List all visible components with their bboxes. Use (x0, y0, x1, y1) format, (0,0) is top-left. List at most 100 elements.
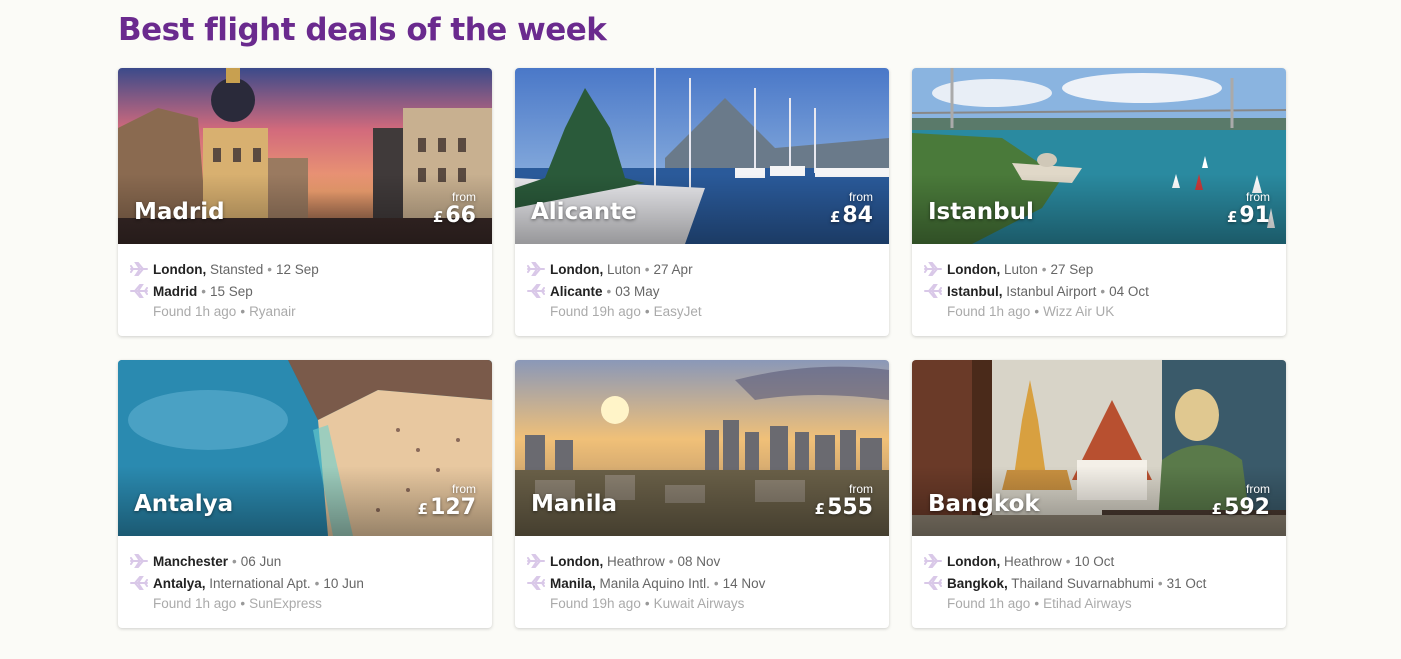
page-title: Best flight deals of the week (118, 12, 607, 48)
outbound-airport: Heathrow (607, 553, 665, 569)
airline-name: Wizz Air UK (1043, 304, 1115, 319)
found-time: Found 19h ago (550, 304, 641, 319)
plane-departure-icon (924, 262, 942, 276)
inbound-city: Antalya, (153, 575, 206, 591)
destination-city: Madrid (134, 199, 225, 225)
found-meta: Found 19h ago • EasyJet (550, 304, 702, 319)
plane-return-icon (527, 284, 545, 298)
currency-symbol: £ (432, 208, 444, 226)
inbound-date: 04 Oct (1109, 283, 1149, 299)
deal-card[interactable]: Madrid from £66 London, Stansted • 12 Sep … (118, 68, 492, 336)
inbound-date: 10 Jun (323, 575, 364, 591)
price-value: 84 (842, 203, 873, 228)
destination-city: Alicante (531, 199, 637, 225)
outbound-leg: London, Heathrow • 10 Oct (924, 550, 1274, 572)
price-value: 127 (430, 495, 476, 520)
price-tag: from £592 (1212, 483, 1270, 521)
outbound-city: London, (947, 553, 1001, 569)
price-tag: from £91 (1227, 191, 1270, 229)
inbound-city: Istanbul, (947, 283, 1003, 299)
plane-return-icon (527, 576, 545, 590)
price-value: 66 (445, 203, 476, 228)
outbound-airport: Luton (1004, 261, 1038, 277)
plane-departure-icon (527, 554, 545, 568)
airline-name: SunExpress (249, 596, 322, 611)
outbound-date: 27 Apr (653, 261, 693, 277)
inbound-leg: Manila, Manila Aquino Intl. • 14 Nov (527, 572, 877, 594)
destination-photo: Madrid from £66 (118, 68, 492, 244)
plane-departure-icon (130, 554, 148, 568)
found-meta: Found 1h ago • Wizz Air UK (947, 304, 1115, 319)
inbound-city: Bangkok, (947, 575, 1008, 591)
inbound-city: Alicante (550, 283, 603, 299)
price-tag: from £66 (433, 191, 476, 229)
destination-photo: Manila from £555 (515, 360, 889, 536)
flight-details: Manchester • 06 Jun Antalya, International… (118, 536, 492, 611)
inbound-airport: Thailand Suvarnabhumi (1011, 575, 1154, 591)
destination-photo: Alicante from £84 (515, 68, 889, 244)
price-value: 592 (1224, 495, 1270, 520)
found-time: Found 1h ago (153, 596, 237, 611)
airline-name: Etihad Airways (1043, 596, 1132, 611)
currency-symbol: £ (1226, 208, 1238, 226)
outbound-leg: Manchester • 06 Jun (130, 550, 480, 572)
airline-name: Ryanair (249, 304, 296, 319)
deal-card[interactable]: Manila from £555 London, Heathrow • 08 Nov… (515, 360, 889, 628)
flight-details: London, Luton • 27 Sep Istanbul, Istanbul … (912, 244, 1286, 319)
inbound-airport: Manila Aquino Intl. (599, 575, 710, 591)
destination-city: Antalya (134, 491, 234, 517)
flight-details: London, Luton • 27 Apr Alicante • 03 May Fou… (515, 244, 889, 319)
outbound-city: London, (550, 261, 604, 277)
deal-card[interactable]: Antalya from £127 Manchester • 06 Jun Anta… (118, 360, 492, 628)
plane-return-icon (924, 576, 942, 590)
outbound-leg: London, Luton • 27 Sep (924, 258, 1274, 280)
deals-grid: Madrid from £66 London, Stansted • 12 Sep … (118, 68, 1286, 628)
flight-details: London, Stansted • 12 Sep Madrid • 15 Sep Fo… (118, 244, 492, 319)
currency-symbol: £ (417, 500, 429, 518)
currency-symbol: £ (829, 208, 841, 226)
deal-card[interactable]: Bangkok from £592 London, Heathrow • 10 Oc… (912, 360, 1286, 628)
outbound-airport: Heathrow (1004, 553, 1062, 569)
destination-photo: Istanbul from £91 (912, 68, 1286, 244)
outbound-date: 08 Nov (677, 553, 721, 569)
inbound-airport: Istanbul Airport (1006, 283, 1097, 299)
outbound-leg: London, Luton • 27 Apr (527, 258, 877, 280)
plane-departure-icon (527, 262, 545, 276)
price-tag: from £127 (418, 483, 476, 521)
plane-return-icon (924, 284, 942, 298)
found-time: Found 19h ago (550, 596, 641, 611)
found-meta: Found 1h ago • Etihad Airways (947, 596, 1132, 611)
inbound-leg: Alicante • 03 May (527, 280, 877, 302)
outbound-leg: London, Heathrow • 08 Nov (527, 550, 877, 572)
flight-details: London, Heathrow • 08 Nov Manila, Manila A… (515, 536, 889, 611)
deal-card[interactable]: Istanbul from £91 London, Luton • 27 Sep I… (912, 68, 1286, 336)
airline-name: Kuwait Airways (653, 596, 745, 611)
price-tag: from £555 (815, 483, 873, 521)
destination-city: Manila (531, 491, 618, 517)
inbound-city: Madrid (153, 283, 198, 299)
flight-details: London, Heathrow • 10 Oct Bangkok, Thailan… (912, 536, 1286, 611)
found-time: Found 1h ago (947, 596, 1031, 611)
inbound-date: 03 May (615, 283, 660, 299)
plane-departure-icon (924, 554, 942, 568)
outbound-date: 12 Sep (276, 261, 319, 277)
inbound-city: Manila, (550, 575, 596, 591)
outbound-city: London, (153, 261, 207, 277)
inbound-leg: Istanbul, Istanbul Airport • 04 Oct (924, 280, 1274, 302)
outbound-airport: Luton (607, 261, 641, 277)
plane-departure-icon (130, 262, 148, 276)
outbound-city: London, (550, 553, 604, 569)
destination-photo: Bangkok from £592 (912, 360, 1286, 536)
found-meta: Found 1h ago • SunExpress (153, 596, 322, 611)
price-value: 555 (827, 495, 873, 520)
plane-return-icon (130, 284, 148, 298)
inbound-leg: Bangkok, Thailand Suvarnabhumi • 31 Oct (924, 572, 1274, 594)
outbound-date: 06 Jun (240, 553, 282, 569)
deal-card[interactable]: Alicante from £84 London, Luton • 27 Apr A… (515, 68, 889, 336)
outbound-airport: Stansted (210, 261, 264, 277)
found-meta: Found 1h ago • Ryanair (153, 304, 296, 319)
airline-name: EasyJet (653, 304, 702, 319)
destination-city: Istanbul (928, 199, 1034, 225)
currency-symbol: £ (1211, 500, 1223, 518)
price-tag: from £84 (830, 191, 873, 229)
